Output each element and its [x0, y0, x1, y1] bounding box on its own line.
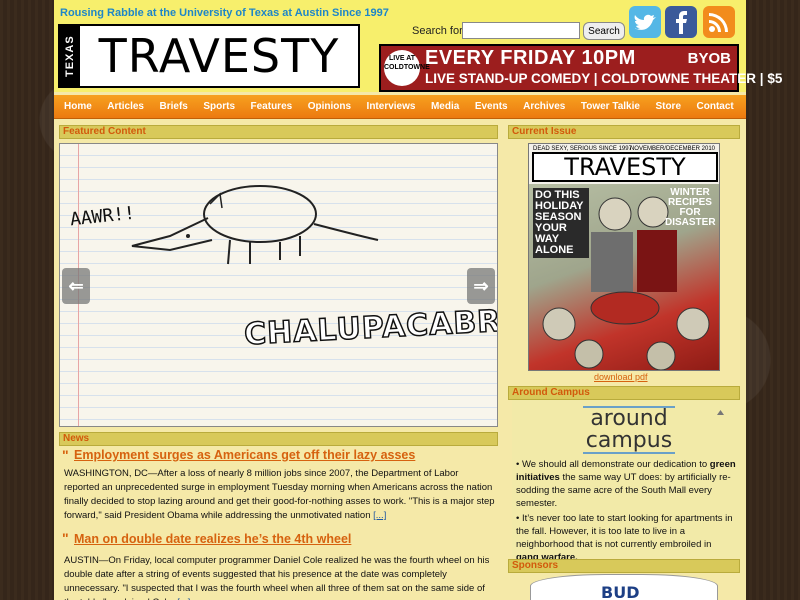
- news-body-1: WASHINGTON, DC—After a loss of nearly 8 …: [64, 467, 496, 523]
- nav-store[interactable]: Store: [655, 101, 681, 112]
- twitter-icon[interactable]: [629, 6, 661, 38]
- banner-byob: BYOB: [687, 50, 731, 67]
- nav-features[interactable]: Features: [251, 101, 293, 112]
- news-more-link-1[interactable]: [...]: [373, 510, 386, 521]
- nav-contact[interactable]: Contact: [697, 101, 734, 112]
- news-body-1-text: WASHINGTON, DC—After a loss of nearly 8 …: [64, 468, 495, 521]
- download-pdf-link[interactable]: download pdf: [594, 372, 648, 382]
- cover-left-headline: DO THIS HOLIDAY SEASON YOUR WAY ALONE: [533, 188, 589, 258]
- site-tagline: Rousing Rabble at the University of Texa…: [60, 7, 389, 19]
- featured-slider[interactable]: AAWR!! CHALUPACABRA ⇐ ⇒: [59, 143, 498, 427]
- quote-icon: ": [62, 447, 69, 463]
- nav-media[interactable]: Media: [431, 101, 459, 112]
- facebook-icon[interactable]: [665, 6, 697, 38]
- current-issue-heading: Current Issue: [508, 125, 740, 139]
- sponsor-logo-text: BUD: [601, 583, 640, 600]
- search-input[interactable]: [462, 22, 580, 39]
- around-item-1-pre: We should all demonstrate our dedication…: [521, 459, 710, 470]
- nav-articles[interactable]: Articles: [107, 101, 144, 112]
- cover-right-headline: WINTER RECIPES FOR DISASTER: [665, 187, 716, 228]
- around-campus-logo: around campus: [583, 402, 675, 454]
- news-title-2[interactable]: Man on double date realizes he’s the 4th…: [74, 532, 351, 546]
- nav-archives[interactable]: Archives: [523, 101, 565, 112]
- around-logo-line1: around: [590, 406, 668, 431]
- around-item-2-pre: It’s never too late to start looking for…: [516, 513, 733, 550]
- search-button[interactable]: Search: [583, 22, 625, 40]
- around-campus-box: around campus • We should all demonstrat…: [512, 400, 740, 563]
- sponsors-heading: Sponsors: [508, 559, 740, 573]
- banner-headline: EVERY FRIDAY 10PM: [425, 47, 636, 69]
- slider-prev-arrow-icon[interactable]: ⇐: [62, 268, 90, 304]
- slider-next-arrow-icon[interactable]: ⇒: [467, 268, 495, 304]
- logo-main-text: TRAVESTY: [80, 26, 358, 86]
- coldtowne-banner-ad[interactable]: LIVE AT COLDTOWNE EVERY FRIDAY 10PM BYOB…: [379, 44, 782, 92]
- site-logo[interactable]: TEXAS TRAVESTY: [58, 24, 360, 88]
- around-logo-line2: campus: [583, 430, 675, 454]
- main-nav: Home Articles Briefs Sports Features Opi…: [54, 95, 746, 119]
- current-issue-cover[interactable]: DEAD SEXY, SERIOUS SINCE 1997 NOVEMBER/D…: [528, 143, 720, 371]
- nav-home[interactable]: Home: [64, 101, 92, 112]
- nav-tower-talkie[interactable]: Tower Talkie: [581, 101, 640, 112]
- search-label: Search for:: [412, 25, 466, 37]
- nav-interviews[interactable]: Interviews: [367, 101, 416, 112]
- around-item-2: • It’s never too late to start looking f…: [516, 513, 733, 563]
- nav-opinions[interactable]: Opinions: [308, 101, 351, 112]
- scroll-up-arrow-icon[interactable]: [716, 408, 725, 417]
- quote-icon: ": [62, 530, 69, 546]
- around-item-1: • We should all demonstrate our dedicati…: [516, 459, 736, 509]
- banner-subline: LIVE STAND-UP COMEDY | COLDTOWNE THEATER…: [425, 71, 783, 86]
- news-title-1[interactable]: Employment surges as Americans get off t…: [74, 448, 415, 462]
- chupacabra-doodle: [131, 185, 379, 265]
- page-wrapper: Rousing Rabble at the University of Texa…: [54, 0, 782, 600]
- nav-events[interactable]: Events: [475, 101, 508, 112]
- news-body-2: AUSTIN—On Friday, local computer program…: [64, 554, 496, 600]
- coldtowne-badge: LIVE AT COLDTOWNE: [384, 50, 430, 86]
- nav-sports[interactable]: Sports: [203, 101, 235, 112]
- cover-title: TRAVESTY: [532, 152, 718, 182]
- nav-briefs[interactable]: Briefs: [159, 101, 187, 112]
- featured-heading: Featured Content: [59, 125, 498, 139]
- sponsor-budweiser-logo[interactable]: BUD: [530, 574, 718, 600]
- site-header: Rousing Rabble at the University of Texa…: [54, 0, 782, 92]
- around-campus-heading: Around Campus: [508, 386, 740, 400]
- logo-texas-label: TEXAS: [60, 26, 80, 86]
- rss-icon[interactable]: [703, 6, 735, 38]
- news-body-2-text: AUSTIN—On Friday, local computer program…: [64, 555, 490, 600]
- news-heading: News: [59, 432, 498, 446]
